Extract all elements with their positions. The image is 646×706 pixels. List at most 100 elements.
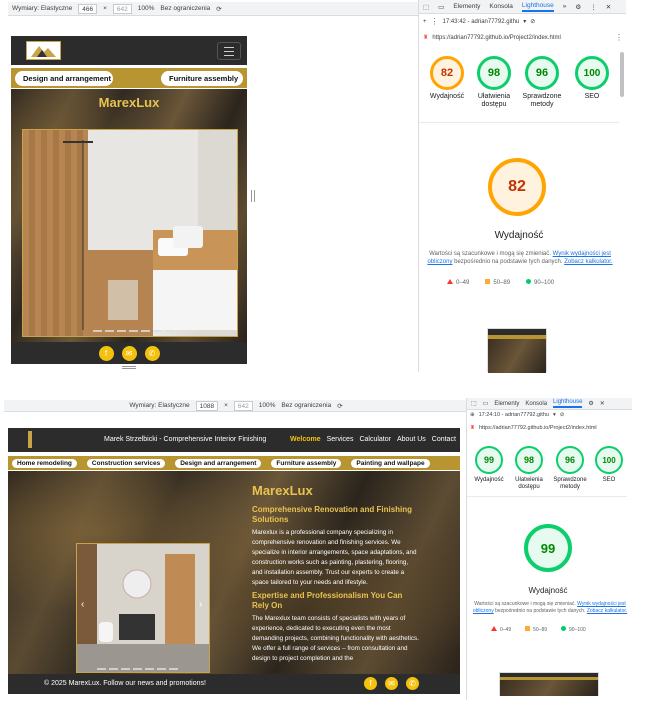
dimensions-select[interactable]: Wymiary: Elastyczne	[12, 5, 72, 12]
facebook-icon[interactable]: f	[364, 677, 377, 690]
facebook-icon[interactable]: f	[98, 345, 114, 361]
score-note: Wartości są szacunkowe i mogą się zmieni…	[471, 601, 629, 615]
tab-elements[interactable]: Elementy	[494, 401, 519, 407]
settings-icon[interactable]: ⚙	[588, 400, 593, 407]
mail-icon[interactable]: ✉	[385, 677, 398, 690]
close-icon[interactable]: ✕	[606, 3, 611, 11]
settings-icon[interactable]: ⚙	[575, 3, 581, 11]
add-icon[interactable]: +	[423, 19, 427, 25]
more-icon[interactable]: ⋮	[615, 33, 623, 42]
service-pill[interactable]: Home remodeling	[12, 458, 77, 468]
logo[interactable]	[28, 431, 32, 448]
width-input[interactable]: 1088	[195, 400, 219, 411]
more-icon[interactable]: ⋮	[431, 17, 439, 26]
throttle-select[interactable]: Bez ograniczenia	[281, 402, 331, 409]
services-strip: Design and arrangement Furniture assembl…	[11, 68, 247, 88]
tab-console[interactable]: Konsola	[489, 3, 513, 10]
tab-console[interactable]: Konsola	[525, 401, 547, 407]
inspect-icon[interactable]: ⬚	[471, 400, 477, 407]
close-icon[interactable]: ✕	[600, 400, 605, 407]
service-pill[interactable]: Design and arrangement	[175, 458, 262, 468]
audited-url[interactable]: https://adrian77792.github.io/Project2/i…	[432, 35, 560, 41]
score-value: 100	[595, 446, 623, 474]
legend-fail: 0–49	[447, 279, 469, 286]
width-input[interactable]: 466	[78, 3, 98, 14]
tab-lighthouse[interactable]: Lighthouse	[521, 2, 554, 12]
device-icon[interactable]: ▭	[438, 3, 444, 11]
scrollbar[interactable]	[620, 52, 624, 97]
zoom-select[interactable]: 100%	[138, 5, 155, 12]
audited-url[interactable]: https://adrian77792.github.io/Project2/i…	[479, 425, 597, 431]
report-select[interactable]: 17:43:42 - adrian77792.githu	[443, 19, 520, 25]
devtools-panel-top: ⬚ ▭ Elementy Konsola Lighthouse » ⚙ ⋮ ✕ …	[418, 0, 626, 373]
main-score-gauge: 82	[485, 158, 549, 216]
rotate-icon[interactable]: ⟳	[216, 5, 221, 13]
height-input[interactable]: 642	[233, 400, 253, 411]
rotate-icon[interactable]: ⟳	[337, 402, 342, 410]
note-text: bezpośrednio na podstawie tych danych.	[454, 259, 563, 265]
section-paragraph: Marexlux is a professional company speci…	[252, 529, 417, 586]
tab-elements[interactable]: Elementy	[453, 3, 480, 10]
score-gauge[interactable]: 96 Sprawdzone metody	[519, 56, 565, 109]
clear-icon[interactable]: ⊘	[530, 18, 535, 25]
nav-about[interactable]: About Us	[397, 436, 426, 443]
score-gauge[interactable]: 98 Ułatwienia dostępu	[471, 56, 517, 109]
service-pill[interactable]: Design and arrangement	[15, 70, 113, 86]
more-tabs-icon[interactable]: »	[563, 3, 567, 10]
devtools-tabs: ⬚ ▭ Elementy Konsola Lighthouse » ⚙ ⋮ ✕	[419, 0, 626, 14]
score-gauge[interactable]: 82 Wydajność	[425, 56, 469, 101]
score-note: Wartości są szacunkowe i mogą się zmieni…	[423, 250, 617, 266]
site-footer: f ✉ ✆	[11, 342, 247, 364]
carousel-next-icon[interactable]: ›	[199, 599, 202, 610]
dimensions-select[interactable]: Wymiary: Elastyczne	[129, 402, 189, 409]
carousel-prev-icon[interactable]: ‹	[81, 599, 84, 610]
social-icons: f ✉ ✆	[364, 677, 419, 690]
zoom-select[interactable]: 100%	[259, 402, 276, 409]
device-icon[interactable]: ▭	[483, 400, 489, 407]
hamburger-menu-icon[interactable]	[217, 42, 241, 60]
hero-section: MarexLux	[11, 89, 247, 342]
score-label: Sprawdzone metody	[553, 477, 587, 490]
legend-pass: 90–100	[526, 279, 554, 286]
more-options-icon[interactable]: ⋮	[590, 3, 597, 11]
legend-pass: 90–100	[561, 626, 586, 633]
viewport-bottom-handle[interactable]	[122, 366, 136, 369]
calculator-link[interactable]: Zobacz kalkulator.	[587, 608, 627, 614]
score-gauge[interactable]: 96 Sprawdzone metody	[550, 446, 590, 491]
score-gauge[interactable]: 99 Wydajność	[471, 446, 507, 484]
score-gauge[interactable]: 100 SEO	[569, 56, 615, 101]
height-input[interactable]: 642	[112, 3, 132, 14]
section-heading: Expertise and Professionalism You Can Re…	[252, 591, 403, 610]
nav-contact[interactable]: Contact	[432, 436, 456, 443]
clear-icon[interactable]: ⊘	[560, 412, 565, 418]
score-gauge[interactable]: 98 Ułatwienia dostępu	[509, 446, 549, 491]
nav-calculator[interactable]: Calculator	[359, 436, 391, 443]
add-icon[interactable]: ⊕	[470, 412, 475, 418]
carousel-dots[interactable]	[97, 668, 178, 670]
score-gauge[interactable]: 100 SEO	[591, 446, 627, 484]
main-nav: Welcome Services Calculator About Us Con…	[290, 436, 456, 443]
service-pill[interactable]: Painting and wallpape	[351, 458, 430, 468]
inspect-icon[interactable]: ⬚	[423, 3, 429, 11]
phone-icon[interactable]: ✆	[144, 345, 160, 361]
throttle-select[interactable]: Bez ograniczenia	[160, 5, 210, 12]
report-select[interactable]: 17:24:10 - adrian77792.githu	[479, 412, 549, 418]
hero-image: ‹ ›	[76, 543, 210, 673]
main-score-value: 82	[488, 158, 546, 216]
phone-icon[interactable]: ✆	[406, 677, 419, 690]
times-icon: ×	[224, 402, 228, 409]
service-pill[interactable]: Furniture assembly	[271, 458, 342, 468]
service-pill[interactable]: Construction services	[86, 458, 166, 468]
calculator-link[interactable]: Zobacz kalkulator.	[564, 259, 612, 265]
carousel-dots[interactable]	[93, 330, 174, 332]
chevron-down-icon: ▾	[523, 19, 527, 25]
logo[interactable]	[26, 41, 61, 60]
viewport-resize-handle[interactable]	[251, 190, 255, 202]
mail-icon[interactable]: ✉	[121, 345, 137, 361]
nav-services[interactable]: Services	[327, 436, 354, 443]
nav-welcome[interactable]: Welcome	[290, 436, 321, 443]
site-header: Marek Strzelbicki - Comprehensive Interi…	[8, 428, 460, 452]
score-label: Ułatwienia dostępu	[477, 93, 511, 108]
service-pill[interactable]: Furniture assembly	[161, 70, 243, 86]
tab-lighthouse[interactable]: Lighthouse	[553, 399, 583, 408]
